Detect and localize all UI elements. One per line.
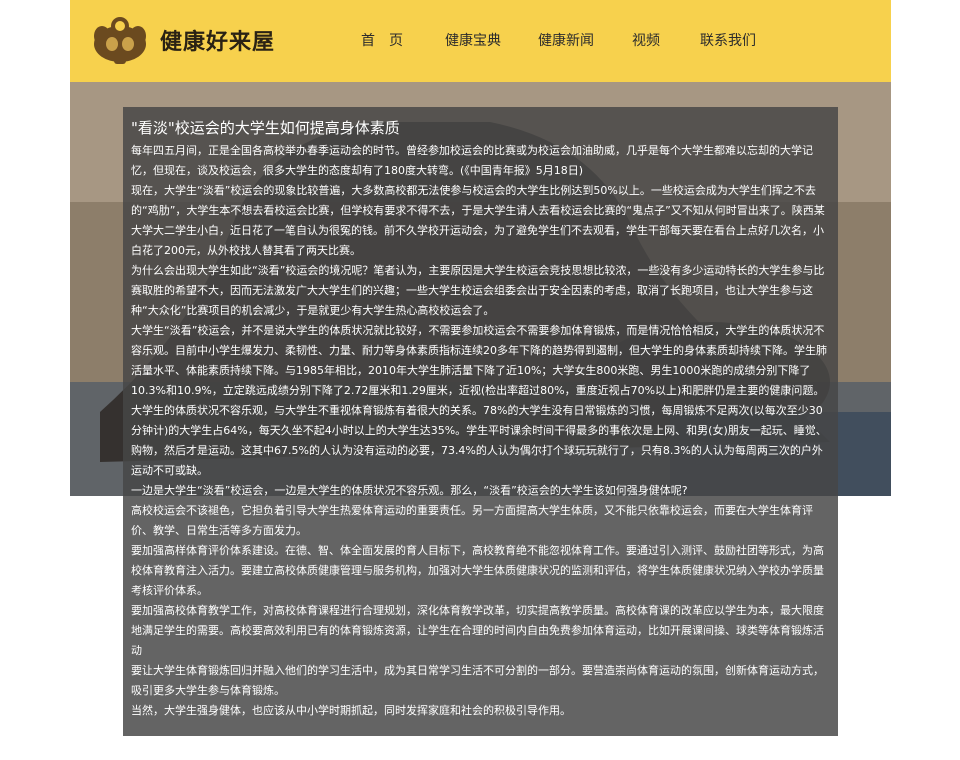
nav-health-guide[interactable]: 健康宝典 <box>445 30 501 50</box>
article-paragraph: 要让大学生体育锻炼回归并融入他们的学习生活中，成为其日常学习生活不可分割的一部分… <box>131 664 824 697</box>
article-paragraph: 大学生的体质状况不容乐观，与大学生不重视体育锻炼有着很大的关系。78%的大学生没… <box>131 404 827 477</box>
article-paragraph: 要加强高样体育评价体系建设。在德、智、体全面发展的育人目标下，高校教育绝不能忽视… <box>131 544 824 597</box>
article-paragraph: 现在，大学生“淡看”校运会的现象比较普遍，大多数高校都无法使参与校运会的大学生比… <box>131 184 825 257</box>
nav-health-news[interactable]: 健康新闻 <box>538 30 594 50</box>
article-paragraph: 一边是大学生“淡看”校运会，一边是大学生的体质状况不容乐观。那么，“淡看”校运会… <box>131 484 688 497</box>
nav-home[interactable]: 首 页 <box>361 30 403 50</box>
muscle-man-icon <box>94 17 146 64</box>
article-paragraph: 为什么会出现大学生如此“淡看”校运会的境况呢？笔者认为，主要原因是大学生校运会竞… <box>131 264 825 317</box>
article-paragraph: 当然，大学生强身健体，也应该从中小学时期抓起，同时发挥家庭和社会的积极引导作用。 <box>131 704 571 717</box>
article-paragraph: 大学生“淡看”校运会，并不是说大学生的体质状况就比较好，不需要参加校运会不需要参… <box>131 324 827 397</box>
site-header: 健康好来屋 首 页 健康宝典 健康新闻 视频 联系我们 <box>70 0 891 82</box>
site-logo[interactable]: 健康好来屋 <box>92 14 282 66</box>
article-title: "看淡"校运会的大学生如何提高身体素质 <box>131 119 400 137</box>
article-paragraph: 高校校运会不该褪色，它担负着引导大学生热爱体育运动的重要责任。另一方面提高大学生… <box>131 504 813 537</box>
article-panel: "看淡"校运会的大学生如何提高身体素质 每年四五月间，正是全国各高校举办春季运动… <box>123 107 838 736</box>
article-paragraph: 要加强高校体育教学工作，对高校体育课程进行合理规划，深化体育教学改革，切实提高教… <box>131 604 824 657</box>
article-paragraph: 每年四五月间，正是全国各高校举办春季运动会的时节。曾经参加校运会的比赛或为校运会… <box>131 144 813 177</box>
nav-contact[interactable]: 联系我们 <box>700 30 756 50</box>
site-name: 健康好来屋 <box>160 30 276 55</box>
nav-video[interactable]: 视频 <box>632 30 660 50</box>
